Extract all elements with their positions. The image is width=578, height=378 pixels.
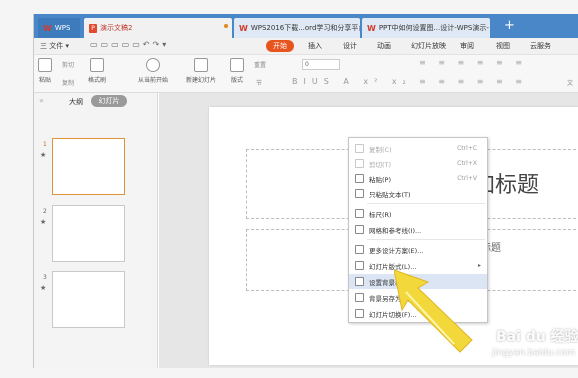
context-item-paste[interactable]: 粘贴(P) Ctrl+V xyxy=(349,171,487,186)
from-current-button[interactable]: 从当前开始 xyxy=(138,58,168,84)
font-size-input[interactable]: 0 xyxy=(302,59,340,70)
reset-button[interactable]: 重置 xyxy=(254,60,266,69)
slides-tab[interactable]: 幻灯片 xyxy=(91,95,127,107)
clipboard-icon xyxy=(38,58,52,72)
context-item-copy[interactable]: 复制(C) Ctrl+C xyxy=(349,141,487,156)
ribbon-toolbar: 粘贴 剪切 复制 格式刷 从当前开始 新建幻灯片 版式 重置 节 0 BIUS … xyxy=(34,55,578,93)
copy-icon xyxy=(355,144,364,153)
slide-number: 3 xyxy=(43,274,47,281)
background-format-icon xyxy=(355,277,364,286)
tab-presentation-label: 演示文稿2 xyxy=(100,24,133,32)
animation-star-icon: ★ xyxy=(40,284,47,292)
context-item-grid[interactable]: 网格和参考线(I)... xyxy=(349,222,487,237)
tab-presentation[interactable]: P 演示文稿2 xyxy=(84,18,232,38)
scissors-icon xyxy=(355,159,364,168)
ruler-icon xyxy=(355,209,364,218)
shortcut-label: Ctrl+V xyxy=(457,175,477,182)
copy-button[interactable]: 复制 xyxy=(62,78,74,87)
text-button[interactable]: 文 xyxy=(567,78,573,87)
baidu-watermark-url: jingyan.baidu.com xyxy=(492,348,576,358)
context-item-label: 标尺(R) xyxy=(369,210,392,219)
new-slide-label: 新建幻灯片 xyxy=(186,77,217,84)
slide-number: 2 xyxy=(43,208,47,215)
tab-wps-label: WPS xyxy=(54,24,71,32)
layout-label: 版式 xyxy=(230,77,243,84)
outline-tab[interactable]: 大纲 xyxy=(69,97,83,107)
layout-icon xyxy=(230,58,244,72)
file-menu[interactable]: 三 文件 ▾ xyxy=(40,41,69,51)
new-slide-button[interactable]: 新建幻灯片 xyxy=(186,58,216,84)
format-painter-label: 格式刷 xyxy=(88,77,107,84)
save-image-icon xyxy=(355,293,364,302)
paste-label: 粘贴 xyxy=(38,77,51,84)
menu-tab-review[interactable]: 审阅 xyxy=(460,41,474,51)
tutorial-arrow-icon xyxy=(394,269,473,353)
context-item-more-designs[interactable]: 更多设计方案(E)... xyxy=(349,242,487,257)
shortcut-label: Ctrl+C xyxy=(457,145,477,152)
section-button[interactable]: 节 xyxy=(256,78,262,87)
menu-divider xyxy=(367,239,485,240)
menu-tab-insert[interactable]: 插入 xyxy=(308,41,322,51)
tab-web-1-label: WPS2016下载...ord学习和分享平台 xyxy=(250,24,360,32)
context-item-label: 粘贴(P) xyxy=(369,175,391,184)
context-item-paste-text[interactable]: 只粘贴文本(T) xyxy=(349,186,487,201)
menu-tab-view[interactable]: 视图 xyxy=(496,41,510,51)
browser-w-icon: W xyxy=(367,23,376,33)
slide-thumbnail-1[interactable] xyxy=(52,138,125,195)
menu-tab-design[interactable]: 设计 xyxy=(343,41,357,51)
app-window: W WPS P 演示文稿2 W WPS2016下载...ord学习和分享平台 W… xyxy=(33,14,578,368)
play-icon xyxy=(146,58,160,72)
menu-divider xyxy=(367,203,485,204)
paragraph-icons-bottom[interactable]: ≡ ≡ ≡ ≡ ≡ ≡ xyxy=(419,77,527,86)
animation-star-icon: ★ xyxy=(40,218,47,226)
design-icon xyxy=(355,245,364,254)
context-item-label: 剪切(T) xyxy=(369,160,392,169)
menu-tab-cloud[interactable]: 云服务 xyxy=(530,41,551,51)
transition-icon xyxy=(355,309,364,318)
menu-tab-start[interactable]: 开始 xyxy=(266,40,294,52)
from-current-label: 从当前开始 xyxy=(138,77,169,84)
slide-thumbnail-pane: « 大纲 幻灯片 1 ★ 2 ★ 3 ★ xyxy=(34,93,158,368)
slide-thumbnail-3[interactable] xyxy=(52,271,125,328)
menu-tab-animation[interactable]: 动画 xyxy=(377,41,391,51)
baidu-watermark: Bai du 经验 xyxy=(496,329,578,345)
tab-wps[interactable]: W WPS xyxy=(38,18,80,38)
slide-number: 1 xyxy=(43,141,47,148)
context-item-label: 复制(C) xyxy=(369,145,392,154)
brush-icon xyxy=(90,58,104,72)
context-item-label: 只粘贴文本(T) xyxy=(369,190,411,199)
grid-icon xyxy=(355,225,364,234)
wps-logo-icon: W xyxy=(43,23,52,33)
menu-bar: 三 文件 ▾ ▭▭▭▭▭↶↷▾ 开始 插入 设计 动画 幻灯片放映 审阅 视图 … xyxy=(34,38,578,55)
new-tab-button[interactable]: + xyxy=(504,17,515,35)
paste-button[interactable]: 粘贴 xyxy=(38,58,52,84)
title-bar: W WPS P 演示文稿2 W WPS2016下载...ord学习和分享平台 W… xyxy=(34,14,578,38)
paste-icon xyxy=(355,174,364,183)
cut-button[interactable]: 剪切 xyxy=(62,60,74,69)
animation-star-icon: ★ xyxy=(40,151,47,159)
presentation-file-icon: P xyxy=(89,23,97,33)
tab-web-2[interactable]: W PPT中如何设置图...设计-WPS演示- xyxy=(362,18,490,38)
paragraph-icons-top[interactable]: ≡ ≡ ≡ ≡ ≡ ≡ xyxy=(419,58,527,67)
shortcut-label: Ctrl+X xyxy=(457,160,477,167)
tab-web-1[interactable]: W WPS2016下载...ord学习和分享平台 xyxy=(234,18,360,38)
quick-access-icons[interactable]: ▭▭▭▭▭↶↷▾ xyxy=(90,40,169,49)
layout-icon xyxy=(355,261,364,270)
context-item-cut[interactable]: 剪切(T) Ctrl+X xyxy=(349,156,487,171)
slide-thumbnail-2[interactable] xyxy=(52,205,125,262)
context-item-label: 网格和参考线(I)... xyxy=(369,226,422,235)
layout-button[interactable]: 版式 xyxy=(230,58,244,84)
context-item-label: 更多设计方案(E)... xyxy=(369,246,424,255)
menu-tab-slideshow[interactable]: 幻灯片放映 xyxy=(411,41,446,51)
text-format-icons[interactable]: BIUS A x² x₂ xyxy=(292,77,412,86)
tab-web-2-label: PPT中如何设置图...设计-WPS演示- xyxy=(378,24,489,32)
context-item-ruler[interactable]: 标尺(R) xyxy=(349,206,487,221)
new-slide-icon xyxy=(194,58,208,72)
format-painter-button[interactable]: 格式刷 xyxy=(88,58,106,84)
paste-text-icon xyxy=(355,189,364,198)
browser-w-icon: W xyxy=(239,23,248,33)
collapse-pane-button[interactable]: « xyxy=(39,96,44,105)
unsaved-dot-icon xyxy=(224,24,228,28)
